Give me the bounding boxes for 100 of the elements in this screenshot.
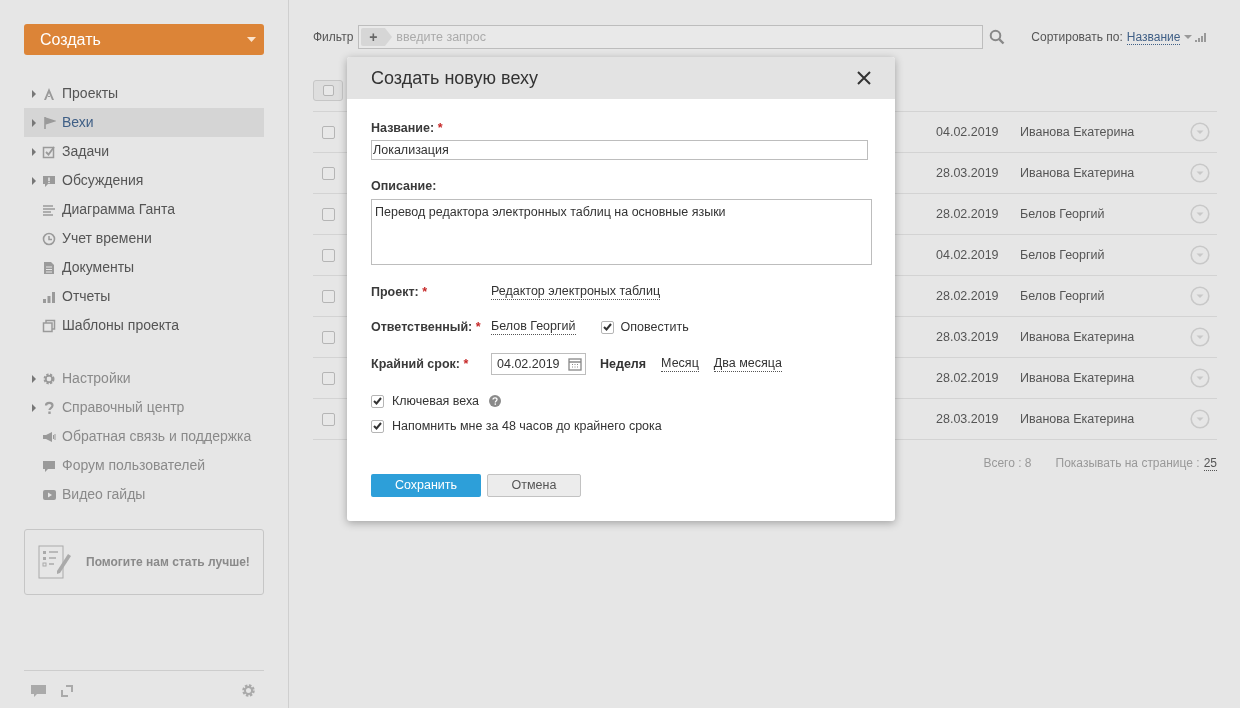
table-cell-text: Белов Георгий	[1020, 287, 1106, 305]
expand-arrow-icon[interactable]	[31, 88, 36, 99]
table-cell-text: 04.02.2019	[936, 123, 1000, 141]
compass-icon	[42, 86, 56, 101]
table-cell-text: Белов Георгий	[1020, 205, 1106, 223]
dropdown-circle-icon[interactable]	[1190, 286, 1210, 306]
cancel-button[interactable]: Отмена	[487, 474, 581, 497]
dropdown-circle-icon[interactable]	[1190, 122, 1210, 142]
feedback-text: Помогите нам стать лучше!	[86, 554, 250, 571]
sort-label: Сортировать по:	[1031, 29, 1123, 46]
field-label: Описание:	[371, 177, 437, 195]
project-link[interactable]: Редактор электроных таблиц	[491, 284, 661, 300]
table-cell-text: 28.03.2019	[936, 328, 1000, 346]
option-checkbox[interactable]	[371, 394, 384, 408]
dropdown-circle-icon[interactable]	[1190, 163, 1210, 183]
sort-dropdown[interactable]: Название	[1126, 29, 1181, 45]
checkbox-label: Напомнить мне за 48 часов до крайнего срока	[392, 417, 662, 435]
table-cell-text: Иванова Екатерина	[1020, 123, 1136, 141]
row-checkbox[interactable]	[321, 207, 335, 221]
date-field[interactable]: 04.02.2019	[491, 353, 586, 375]
table-cell-text: 28.02.2019	[936, 287, 1000, 305]
table-cell-text: 28.03.2019	[936, 410, 1000, 428]
checkmark-icon	[373, 422, 382, 430]
dropdown-circle-icon[interactable]	[1190, 327, 1210, 347]
nav-item[interactable]: Отчеты	[24, 282, 264, 311]
per-page-dropdown[interactable]: 25	[1203, 455, 1217, 471]
close-icon[interactable]	[857, 71, 871, 85]
nav-item[interactable]: Учет времени	[24, 224, 264, 253]
field-label: Название: *	[371, 119, 443, 137]
row-checkbox[interactable]	[321, 412, 335, 426]
nav-item[interactable]: Обсуждения	[24, 166, 264, 195]
expand-arrow-icon[interactable]	[31, 402, 36, 413]
table-cell-text: Иванова Екатерина	[1020, 328, 1136, 346]
table-cell-text: Белов Георгий	[1020, 246, 1106, 264]
speech-bubble-icon	[42, 173, 56, 188]
dropdown-circle-icon[interactable]	[1190, 204, 1210, 224]
field-label: Проект: *	[371, 283, 428, 301]
checklist-icon	[38, 545, 72, 579]
table-cell-text: Иванова Екатерина	[1020, 369, 1136, 387]
table-cell-text: 28.02.2019	[936, 369, 1000, 387]
field-label: Ответственный: *	[371, 318, 481, 336]
nav-item[interactable]: Документы	[24, 253, 264, 282]
expand-arrow-icon[interactable]	[31, 146, 36, 157]
document-icon	[42, 260, 56, 275]
checkmark-icon	[602, 323, 612, 331]
flag-icon	[42, 115, 56, 130]
checkbox-label: Оповестить	[620, 318, 689, 336]
filter-label: Фильтр	[313, 29, 354, 46]
per-page-label: Показывать на странице :	[1055, 455, 1200, 472]
calendar-icon[interactable]	[568, 357, 582, 371]
checkbox-icon	[42, 144, 56, 159]
field-label: Крайний срок: *	[371, 355, 469, 373]
notify-checkbox[interactable]	[600, 320, 614, 334]
dropdown-circle-icon[interactable]	[1190, 368, 1210, 388]
nav-item[interactable]: Проекты	[24, 79, 264, 108]
dropdown-circle-icon[interactable]	[1190, 245, 1210, 265]
expand-arrow-icon[interactable]	[31, 117, 36, 128]
dropdown-circle-icon[interactable]	[1190, 409, 1210, 429]
table-cell-text: 28.03.2019	[936, 164, 1000, 182]
responsible-link[interactable]: Белов Георгий	[491, 319, 576, 335]
question-icon	[42, 400, 56, 415]
chat-icon[interactable]	[31, 683, 46, 698]
search-icon[interactable]	[989, 29, 1006, 45]
period-link[interactable]: Месяц	[661, 356, 699, 372]
name-field[interactable]: Локализация	[371, 140, 868, 160]
table-cell-text: Иванова Екатерина	[1020, 164, 1136, 182]
bars-icon	[42, 202, 56, 217]
period-link[interactable]: Два месяца	[713, 356, 782, 372]
nav-item[interactable]: Вехи	[24, 108, 264, 137]
expand-icon[interactable]	[61, 684, 73, 697]
period-link[interactable]: Неделя	[600, 356, 647, 372]
table-cell-text: 28.02.2019	[936, 205, 1000, 223]
play-icon	[42, 487, 56, 502]
expand-arrow-icon[interactable]	[31, 175, 36, 186]
row-checkbox[interactable]	[321, 330, 335, 344]
table-cell-text: 04.02.2019	[936, 246, 1000, 264]
caret-icon	[247, 37, 256, 42]
speech-bubble-icon	[42, 458, 56, 473]
option-checkbox[interactable]	[371, 419, 384, 433]
checkbox-label: Ключевая веха	[392, 392, 480, 410]
row-checkbox[interactable]	[321, 166, 335, 180]
description-field[interactable]: Перевод редактора электронных таблиц на основные языки	[371, 199, 872, 265]
nav-item[interactable]: Диаграмма Ганта	[24, 195, 264, 224]
nav-item[interactable]: Задачи	[24, 137, 264, 166]
settings-icon[interactable]	[241, 683, 256, 698]
nav-item[interactable]: Шаблоны проекта	[24, 311, 264, 340]
table-cell-text: Иванова Екатерина	[1020, 410, 1136, 428]
expand-arrow-icon[interactable]	[31, 373, 36, 384]
caret-icon[interactable]	[1184, 35, 1193, 39]
select-all-button[interactable]	[313, 80, 343, 101]
row-checkbox[interactable]	[321, 289, 335, 303]
sort-order-icon[interactable]	[1195, 32, 1207, 42]
help-icon[interactable]	[489, 395, 502, 407]
row-checkbox[interactable]	[321, 371, 335, 385]
checkmark-icon	[373, 397, 382, 405]
filter-field[interactable]: + введите запрос	[358, 25, 984, 49]
row-checkbox[interactable]	[321, 248, 335, 262]
row-checkbox[interactable]	[321, 125, 335, 139]
megaphone-icon	[42, 429, 56, 444]
copy-icon	[42, 318, 56, 333]
